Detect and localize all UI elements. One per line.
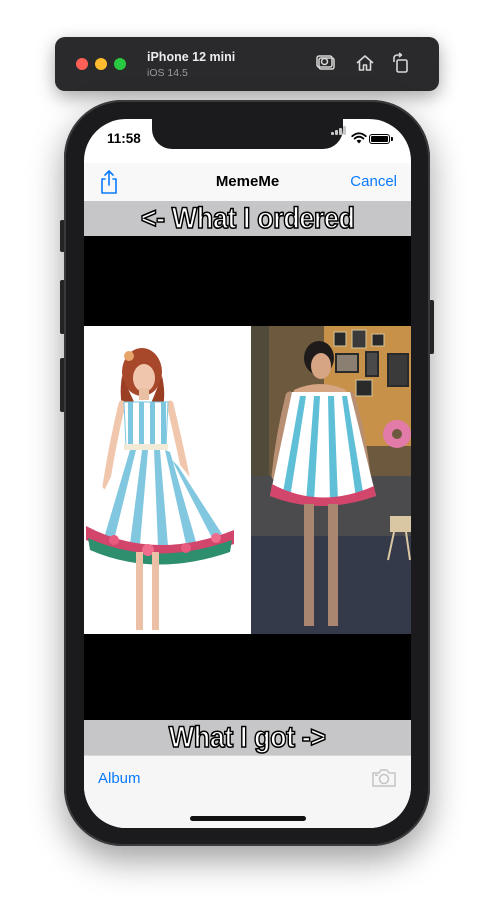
navigation-bar: MemeMe Cancel: [84, 163, 411, 201]
home-icon[interactable]: [354, 52, 376, 74]
simulator-device-name: iPhone 12 mini: [147, 50, 236, 64]
home-indicator[interactable]: [190, 816, 306, 821]
screenshot-icon[interactable]: [315, 52, 337, 74]
battery-icon: [369, 134, 393, 144]
wifi-icon: [351, 132, 367, 144]
simulator-title-bar: iPhone 12 mini iOS 14.5: [55, 37, 439, 91]
status-time: 11:58: [107, 131, 141, 146]
album-button[interactable]: Album: [98, 770, 141, 787]
device-screen: 11:58 MemeMe Cancel <- What I ordered Wh…: [84, 119, 411, 828]
bottom-meme-text: What I got ->: [168, 720, 327, 755]
rotate-icon[interactable]: [390, 52, 412, 74]
meme-editor: <- What I ordered What I got ->: [84, 201, 411, 755]
top-meme-text: <- What I ordered: [140, 201, 356, 236]
notch: [152, 119, 343, 149]
top-text-field[interactable]: <- What I ordered: [84, 201, 411, 236]
simulator-os-version: iOS 14.5: [147, 67, 188, 79]
bottom-text-field[interactable]: What I got ->: [84, 720, 411, 755]
zoom-window-button[interactable]: [114, 58, 126, 70]
close-window-button[interactable]: [76, 58, 88, 70]
cancel-button[interactable]: Cancel: [350, 173, 397, 190]
meme-image: [84, 326, 411, 634]
minimize-window-button[interactable]: [95, 58, 107, 70]
camera-icon[interactable]: [371, 768, 397, 788]
status-icons: [331, 126, 393, 146]
